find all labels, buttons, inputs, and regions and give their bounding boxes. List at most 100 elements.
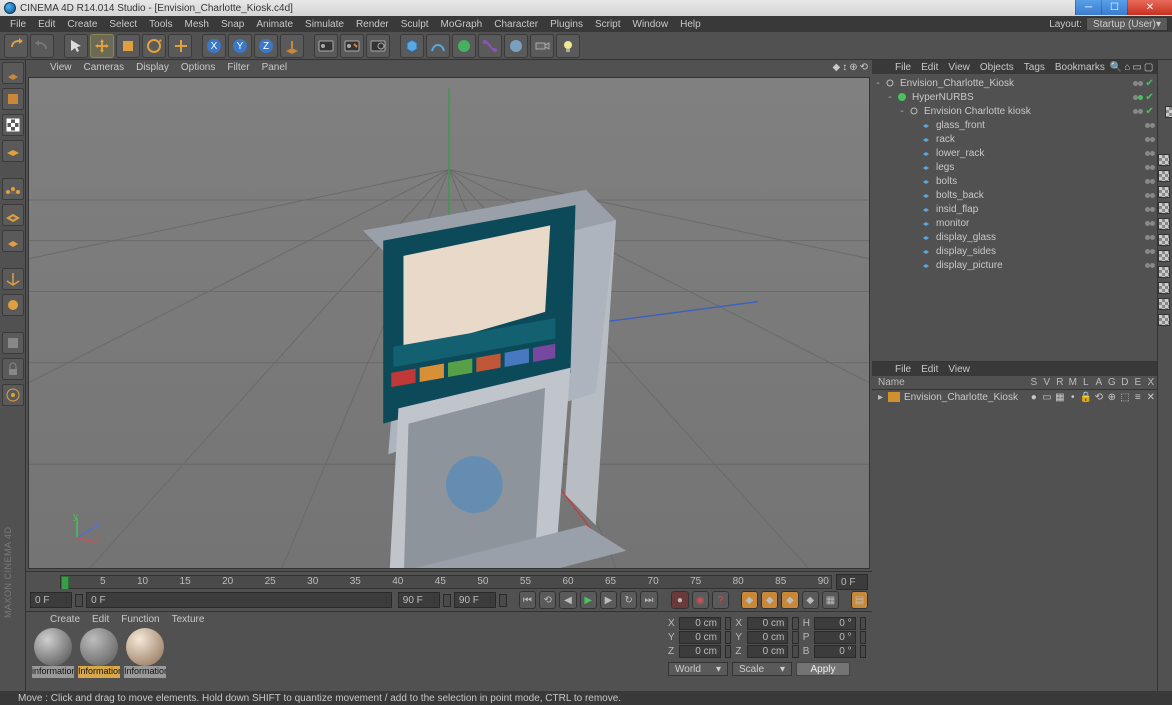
tree-row[interactable]: insid_flap <box>872 202 1157 216</box>
menu-script[interactable]: Script <box>589 19 627 30</box>
coord-world-select[interactable]: World▾ <box>668 662 728 676</box>
visibility-dot[interactable] <box>1150 151 1155 156</box>
timeline-playhead[interactable] <box>61 576 69 590</box>
vp-menu-view[interactable]: View <box>44 62 78 73</box>
menu-animate[interactable]: Animate <box>250 19 299 30</box>
vp-nav-icon[interactable]: ⊕ <box>849 62 857 73</box>
visibility-dot[interactable] <box>1150 165 1155 170</box>
viewport-3d[interactable]: Perspective <box>28 77 870 569</box>
phong-tag-icon[interactable] <box>1158 314 1170 326</box>
next-frame-button[interactable]: ▶ <box>600 591 617 609</box>
menu-mograph[interactable]: MoGraph <box>435 19 489 30</box>
coord-apply-button[interactable]: Apply <box>796 662 850 676</box>
obj-menu-view[interactable]: View <box>943 62 975 73</box>
lock-button[interactable] <box>2 358 24 380</box>
menu-file[interactable]: File <box>4 19 32 30</box>
tree-row[interactable]: glass_front <box>872 118 1157 132</box>
spinner[interactable] <box>75 594 83 607</box>
mat-menu-edit[interactable]: Edit <box>86 614 115 625</box>
phong-tag-icon[interactable] <box>1165 106 1172 118</box>
make-editable-button[interactable] <box>2 62 24 84</box>
autokey-button[interactable]: ◉ <box>692 591 709 609</box>
spinner[interactable] <box>725 631 731 644</box>
spinner[interactable] <box>725 617 731 630</box>
point-mode-button[interactable] <box>2 178 24 200</box>
obj-menu-tags[interactable]: Tags <box>1019 62 1050 73</box>
vp-menu-options[interactable]: Options <box>175 62 221 73</box>
home-icon[interactable]: ⌂ <box>1124 62 1130 73</box>
axis-mode-button[interactable] <box>2 268 24 290</box>
layout-select[interactable]: Startup (User)▾ <box>1086 17 1168 31</box>
axis-y-button[interactable]: Y <box>228 34 252 58</box>
visibility-dot[interactable] <box>1150 235 1155 240</box>
close-panel-icon[interactable]: ▢ <box>1144 62 1153 73</box>
key-scale-button[interactable]: ◆ <box>761 591 778 609</box>
add-generator-button[interactable] <box>452 34 476 58</box>
coord-scale-select[interactable]: Scale▾ <box>732 662 792 676</box>
phong-tag-icon[interactable] <box>1158 154 1170 166</box>
timeline-ruler[interactable]: 051015202530354045505560657075808590 0 F <box>30 574 868 590</box>
obj-menu-objects[interactable]: Objects <box>975 62 1019 73</box>
spinner[interactable] <box>499 594 507 607</box>
menu-create[interactable]: Create <box>61 19 103 30</box>
soft-select-button[interactable] <box>2 384 24 406</box>
layer-row[interactable]: ▸ Envision_Charlotte_Kiosk ● ▭ ▦ • 🔒 ⟲ ⊕… <box>872 390 1157 404</box>
material-thumb[interactable]: information <box>32 628 74 684</box>
menu-snap[interactable]: Snap <box>215 19 250 30</box>
tree-row[interactable]: bolts <box>872 174 1157 188</box>
visibility-dot[interactable] <box>1138 81 1143 86</box>
timeline-endframe2-field[interactable]: 90 F <box>454 592 496 608</box>
phong-tag-icon[interactable] <box>1158 218 1170 230</box>
tree-row[interactable]: -HyperNURBS✔ <box>872 90 1157 104</box>
enable-check[interactable]: ✔ <box>1145 78 1157 89</box>
menu-sculpt[interactable]: Sculpt <box>395 19 435 30</box>
tree-row[interactable]: legs <box>872 160 1157 174</box>
mat-menu-create[interactable]: Create <box>44 614 86 625</box>
polygon-mode-button[interactable] <box>2 230 24 252</box>
coord-rot-field[interactable]: 0 ° <box>814 617 856 630</box>
phong-tag-icon[interactable] <box>1158 234 1170 246</box>
vp-menu-display[interactable]: Display <box>130 62 175 73</box>
coord-x-field[interactable]: 0 cm <box>679 617 721 630</box>
redo-button[interactable] <box>30 34 54 58</box>
material-thumb[interactable]: Information <box>78 628 120 684</box>
obj-menu-edit[interactable]: Edit <box>916 62 943 73</box>
window-maximize-button[interactable]: ☐ <box>1101 0 1127 15</box>
spinner[interactable] <box>860 645 866 658</box>
prev-frame-button[interactable]: ◀ <box>559 591 576 609</box>
window-close-button[interactable]: ✕ <box>1127 0 1172 15</box>
menu-plugins[interactable]: Plugins <box>544 19 589 30</box>
select-tool-button[interactable] <box>64 34 88 58</box>
tree-row[interactable]: -Envision Charlotte kiosk✔ <box>872 104 1157 118</box>
tree-row[interactable]: lower_rack <box>872 146 1157 160</box>
recent-tool-button[interactable] <box>168 34 192 58</box>
spinner[interactable] <box>443 594 451 607</box>
tree-row[interactable]: -Envision_Charlotte_Kiosk✔ <box>872 76 1157 90</box>
enable-check[interactable]: ✔ <box>1145 106 1157 117</box>
render-settings-button[interactable] <box>366 34 390 58</box>
render-view-button[interactable] <box>314 34 338 58</box>
phong-tag-icon[interactable] <box>1158 266 1170 278</box>
keyframe-sel-button[interactable]: ? <box>712 591 729 609</box>
coord-rot-field[interactable]: 0 ° <box>814 631 856 644</box>
visibility-dot[interactable] <box>1150 207 1155 212</box>
goto-end-button[interactable]: ⏭ <box>640 591 657 609</box>
vp-nav-icon[interactable]: ⟲ <box>860 62 868 73</box>
snap-button[interactable] <box>2 332 24 354</box>
timeline-endframe-field[interactable]: 90 F <box>398 592 440 608</box>
phong-tag-icon[interactable] <box>1158 202 1170 214</box>
mat-menu-function[interactable]: Function <box>115 614 165 625</box>
phong-tag-icon[interactable] <box>1158 186 1170 198</box>
vp-nav-icon[interactable]: ↕ <box>842 62 847 73</box>
coord-system-button[interactable] <box>280 34 304 58</box>
timeline-config-button[interactable]: ▤ <box>851 591 868 609</box>
visibility-dot[interactable] <box>1150 263 1155 268</box>
menu-simulate[interactable]: Simulate <box>299 19 350 30</box>
phong-tag-icon[interactable] <box>1158 282 1170 294</box>
render-picture-button[interactable] <box>340 34 364 58</box>
phong-tag-icon[interactable] <box>1158 170 1170 182</box>
tree-row[interactable]: bolts_back <box>872 188 1157 202</box>
expand-toggle[interactable]: - <box>872 78 884 89</box>
tree-row[interactable]: rack <box>872 132 1157 146</box>
coord-x-field[interactable]: 0 cm <box>679 645 721 658</box>
